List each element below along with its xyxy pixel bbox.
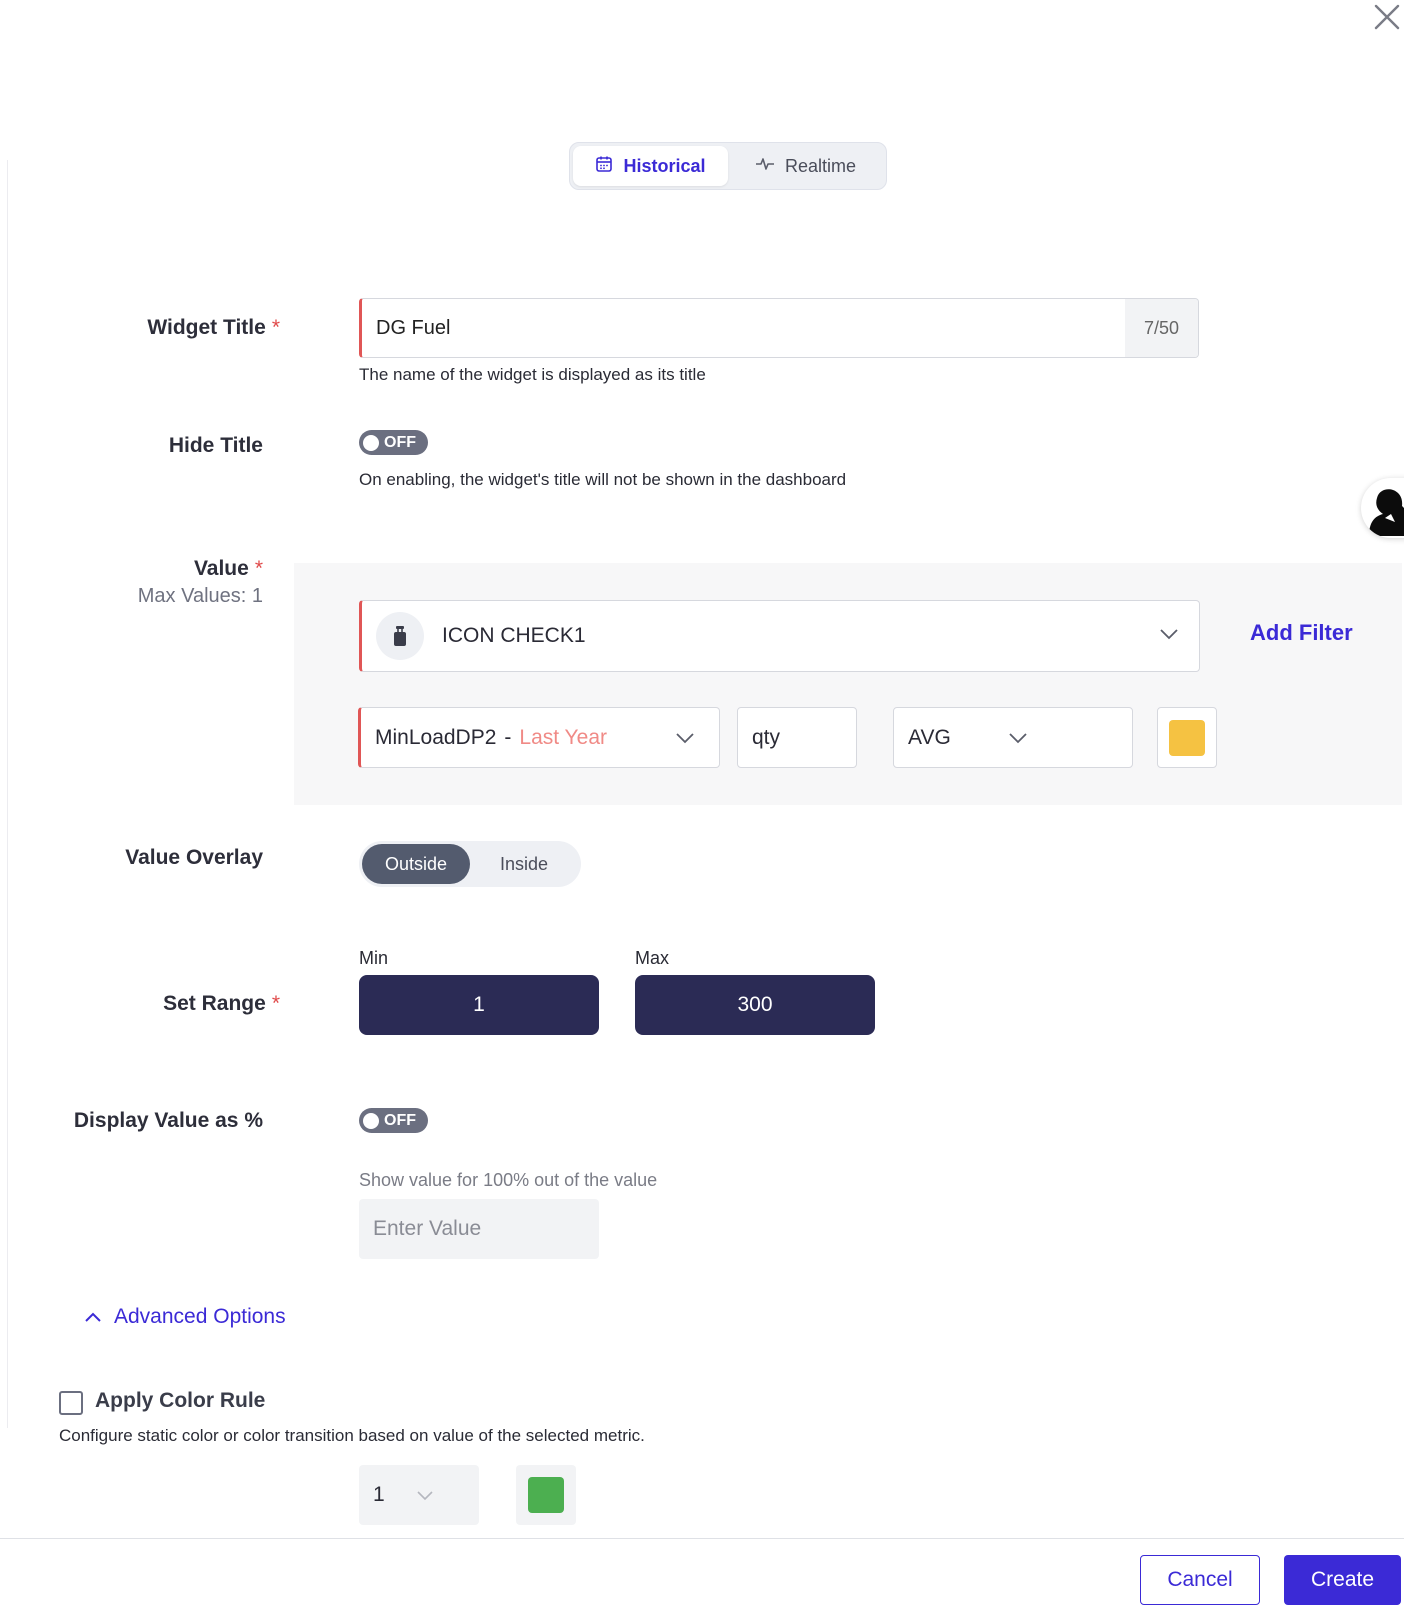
tab-historical-label: Historical [623, 155, 706, 176]
toggle-knob [363, 434, 379, 451]
chevron-down-icon [675, 726, 695, 750]
value-overlay-switch: Outside Inside [359, 841, 581, 887]
advanced-options-toggle[interactable]: Advanced Options [84, 1305, 286, 1329]
range-max-label: Max [635, 948, 670, 968]
widget-title-label: Widget Title * [147, 316, 280, 339]
panel-border [7, 160, 8, 1428]
device-icon [376, 612, 424, 660]
advanced-options-label: Advanced Options [114, 1305, 286, 1328]
color-swatch [528, 1477, 564, 1513]
chevron-down-icon [416, 1483, 459, 1507]
add-filter-link[interactable]: Add Filter [1250, 620, 1353, 646]
display-percent-help: Show value for 100% out of the value [359, 1170, 658, 1190]
display-percent-toggle[interactable]: OFF [359, 1108, 428, 1133]
range-min-label: Min [359, 948, 389, 968]
device-select-value: ICON CHECK1 [442, 624, 586, 647]
unit-input[interactable]: qty [737, 707, 857, 768]
range-max-input[interactable]: 300 [635, 975, 875, 1035]
widget-title-help: The name of the widget is displayed as i… [359, 365, 706, 384]
hide-title-toggle[interactable]: OFF [359, 430, 428, 455]
color-swatch [1169, 719, 1205, 756]
pulse-icon [755, 156, 775, 177]
datapoint-period: Last Year [519, 725, 607, 749]
device-select[interactable]: ICON CHECK1 [359, 600, 1200, 672]
tab-realtime[interactable]: Realtime [728, 146, 883, 186]
tab-historical[interactable]: Historical [573, 146, 728, 186]
datapoint-separator: - [504, 725, 512, 749]
aggregation-select[interactable]: AVG [893, 707, 1133, 768]
value-overlay-label: Value Overlay [125, 846, 263, 869]
create-button[interactable]: Create [1284, 1555, 1401, 1605]
toggle-knob [363, 1112, 379, 1129]
widget-title-field: 7/50 [359, 298, 1199, 358]
datapoint-select[interactable]: MinLoadDP2 - Last Year [358, 707, 720, 768]
datapoint-name: MinLoadDP2 [375, 725, 497, 749]
apply-color-rule-label: Apply Color Rule [95, 1389, 266, 1412]
rule-value: 1 [373, 1483, 385, 1506]
chevron-down-icon [1008, 726, 1108, 750]
apply-color-rule-checkbox[interactable] [59, 1391, 83, 1415]
display-percent-label: Display Value as % [73, 1109, 263, 1132]
value-label: Value * [193, 557, 263, 580]
close-icon[interactable] [1372, 2, 1402, 32]
chevron-up-icon [84, 1305, 102, 1329]
chevron-down-icon [1159, 627, 1179, 645]
overlay-outside-option[interactable]: Outside [362, 844, 470, 884]
toggle-state: OFF [384, 1111, 416, 1129]
set-range-label: Set Range * [163, 992, 280, 1015]
mode-switch: Historical Realtime [569, 142, 887, 190]
assistant-avatar[interactable] [1361, 478, 1404, 538]
calendar-icon [595, 155, 613, 178]
tab-realtime-label: Realtime [784, 155, 857, 176]
toggle-state: OFF [384, 433, 416, 451]
overlay-inside-option[interactable]: Inside [470, 844, 578, 884]
hide-title-help: On enabling, the widget's title will not… [359, 470, 847, 489]
aggregation-value: AVG [908, 725, 951, 749]
max-values-note: Max Values: 1 [137, 585, 263, 607]
percent-base-input[interactable]: Enter Value [359, 1199, 599, 1259]
color-rule-value-select[interactable]: 1 [359, 1465, 479, 1525]
hide-title-label: Hide Title [168, 434, 263, 457]
range-min-input[interactable]: 1 [359, 975, 599, 1035]
title-char-count: 7/50 [1125, 299, 1198, 357]
series-color-picker[interactable] [1157, 707, 1217, 768]
color-rule-color-picker[interactable] [516, 1465, 576, 1525]
color-rule-help: Configure static color or color transiti… [59, 1426, 645, 1445]
cancel-button[interactable]: Cancel [1140, 1555, 1260, 1605]
widget-title-input[interactable] [362, 299, 1125, 357]
